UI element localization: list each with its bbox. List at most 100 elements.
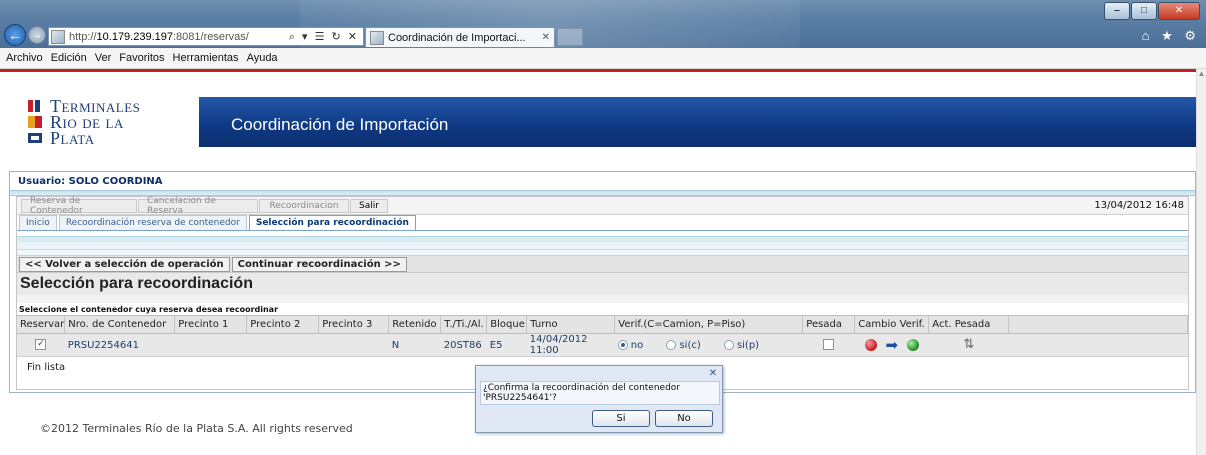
act-pesada-cell: ⇅: [928, 333, 1009, 357]
tab-seleccion-recoordinacion[interactable]: Selección para recoordinación: [248, 215, 416, 230]
table-header-row: Reservar Nro. de Contenedor Precinto 1 P…: [17, 315, 1188, 334]
col-contenedor: Nro. de Contenedor: [64, 315, 176, 334]
reserva-contenedor-button[interactable]: Reserva de Contenedor: [21, 196, 137, 216]
logo-box-icon: [28, 133, 46, 143]
instruction-text: Seleccione el contenedor cuya reserva de…: [19, 304, 279, 314]
minimize-button[interactable]: –: [1104, 2, 1130, 20]
content-area: Reserva de Contenedor Cancelacion de Res…: [16, 196, 1189, 390]
verif-sic-label: si(c): [679, 339, 701, 351]
col-filler: [1008, 315, 1188, 334]
app-banner: Coordinación de Importación: [199, 97, 1196, 147]
col-tipo: T./Ti./Al.: [440, 315, 488, 334]
verif-sip-label: si(p): [736, 339, 760, 351]
filler-cell: [1008, 333, 1188, 357]
scroll-up-icon[interactable]: ▲: [1197, 69, 1206, 78]
verif-no-label: no: [630, 339, 644, 351]
refresh-icon[interactable]: ⇅: [962, 338, 976, 351]
col-precinto2: Precinto 2: [246, 315, 320, 334]
col-verif: Verif.(C=Camion, P=Piso): [614, 315, 804, 334]
page-scrollbar[interactable]: ▲: [1196, 69, 1206, 455]
verif-sip-radio[interactable]: [723, 339, 734, 350]
confirm-no-button[interactable]: No: [655, 410, 713, 427]
pesada-cell: [802, 333, 855, 357]
menu-edicion[interactable]: Edición: [51, 52, 87, 64]
cambio-verif-cell: ➡: [854, 333, 929, 357]
menu-ver[interactable]: Ver: [95, 52, 112, 64]
browser-tab[interactable]: Coordinación de Importaci... ✕: [365, 27, 555, 47]
reservar-checkbox[interactable]: ✓: [35, 339, 47, 351]
current-datetime: 13/04/2012 16:48: [1094, 200, 1184, 211]
logo-cross-icon: [28, 116, 46, 128]
red-dot-icon[interactable]: [864, 339, 877, 351]
verif-no-radio[interactable]: [617, 339, 628, 350]
maximize-button[interactable]: □: [1131, 2, 1157, 20]
col-precinto1: Precinto 1: [174, 315, 248, 334]
reservar-cell: ✓: [17, 333, 65, 357]
recoordinacion-button[interactable]: Recoordinacion: [259, 198, 349, 213]
company-logo: Terminales Rio de la Plata: [28, 96, 168, 148]
continue-recoordination-button[interactable]: Continuar recoordinación >>: [231, 256, 407, 272]
tipo-cell: 20ST86: [440, 333, 487, 357]
menu-favoritos[interactable]: Favoritos: [119, 52, 164, 64]
logo-line3: Plata: [50, 127, 95, 148]
page-favicon-icon: [51, 29, 65, 44]
footer-copyright: ©2012 Terminales Río de la Plata S.A. Al…: [40, 422, 353, 435]
confirm-dialog: ✕ ¿Confirma la recoordinación del conten…: [475, 365, 723, 433]
header-divider: [0, 69, 1196, 72]
address-bar[interactable]: http://10.179.239.197:8081/reservas/ ⌕ ▾…: [48, 27, 364, 46]
window-controls: – □ ✕: [1103, 2, 1200, 20]
verif-sic-radio[interactable]: [666, 339, 677, 350]
table-row: ✓ PRSU2254641 N 20ST86 E5 14/04/2012 11:…: [17, 333, 1188, 357]
retenido-cell: N: [388, 333, 441, 357]
container-cell: PRSU2254641: [64, 333, 175, 357]
confirm-yes-button[interactable]: Si: [592, 410, 650, 427]
pesada-checkbox[interactable]: [823, 339, 835, 351]
back-to-operation-button[interactable]: << Volver a selección de operación: [19, 256, 230, 272]
browser-tools-icons[interactable]: ⌂ ★ ⚙: [1142, 28, 1200, 44]
precinto3-cell: [318, 333, 389, 357]
bloque-cell: E5: [486, 333, 527, 357]
menu-archivo[interactable]: Archivo: [6, 52, 43, 64]
operations-toolbar: Reserva de Contenedor Cancelacion de Res…: [17, 196, 1188, 216]
section-title: Selección para recoordinación: [17, 273, 1188, 295]
main-panel: Usuario: SOLO COORDINA Reserva de Conten…: [9, 171, 1196, 393]
back-button[interactable]: ←: [4, 24, 26, 46]
app-title: Coordinación de Importación: [231, 115, 449, 134]
cancelacion-reserva-button[interactable]: Cancelacion de Reserva: [138, 196, 258, 216]
forward-button[interactable]: →: [28, 26, 46, 44]
col-bloque: Bloque: [486, 315, 528, 334]
precinto1-cell: [174, 333, 247, 357]
salir-button[interactable]: Salir: [350, 198, 388, 213]
containers-table: Reservar Nro. de Contenedor Precinto 1 P…: [17, 315, 1188, 357]
tab-favicon-icon: [370, 30, 384, 45]
content-stripe-2: [17, 242, 1188, 250]
verif-cell: no si(c) si(p): [614, 333, 803, 357]
menu-bar: Archivo Edición Ver Favoritos Herramient…: [0, 48, 1206, 69]
col-cambio-verif: Cambio Verif.: [854, 315, 930, 334]
blue-arrow-icon[interactable]: ➡: [883, 338, 901, 353]
col-precinto3: Precinto 3: [318, 315, 390, 334]
address-tools[interactable]: ⌕ ▾ ☰ ↻ ✕: [289, 30, 363, 44]
section-gap: [17, 295, 1188, 303]
user-label: Usuario: SOLO COORDINA: [18, 175, 163, 187]
precinto2-cell: [246, 333, 319, 357]
close-window-button[interactable]: ✕: [1158, 2, 1200, 20]
tab-recoordinacion-reserva[interactable]: Recoordinación reserva de contenedor: [58, 215, 247, 230]
col-pesada: Pesada: [802, 315, 856, 334]
menu-herramientas[interactable]: Herramientas: [173, 52, 239, 64]
green-dot-icon[interactable]: [906, 339, 919, 351]
dialog-close-icon[interactable]: ✕: [707, 368, 719, 380]
dialog-message: ¿Confirma la recoordinación del contened…: [480, 381, 720, 405]
new-tab-button[interactable]: [557, 28, 583, 46]
col-reservar: Reservar: [17, 315, 66, 334]
col-turno: Turno: [526, 315, 616, 334]
tab-close-icon[interactable]: ✕: [542, 32, 550, 43]
turno-cell: 14/04/2012 11:00: [526, 333, 615, 357]
workflow-tabs: Inicio Recoordinación reserva de contene…: [17, 215, 1188, 231]
col-retenido: Retenido: [388, 315, 442, 334]
tab-inicio[interactable]: Inicio: [19, 215, 57, 230]
logo-mark-icon: [28, 100, 46, 112]
menu-ayuda[interactable]: Ayuda: [247, 52, 278, 64]
step-navigation: << Volver a selección de operación Conti…: [17, 256, 1188, 273]
browser-titlebar: – □ ✕ ← → http://10.179.239.197:8081/res…: [0, 0, 1206, 48]
